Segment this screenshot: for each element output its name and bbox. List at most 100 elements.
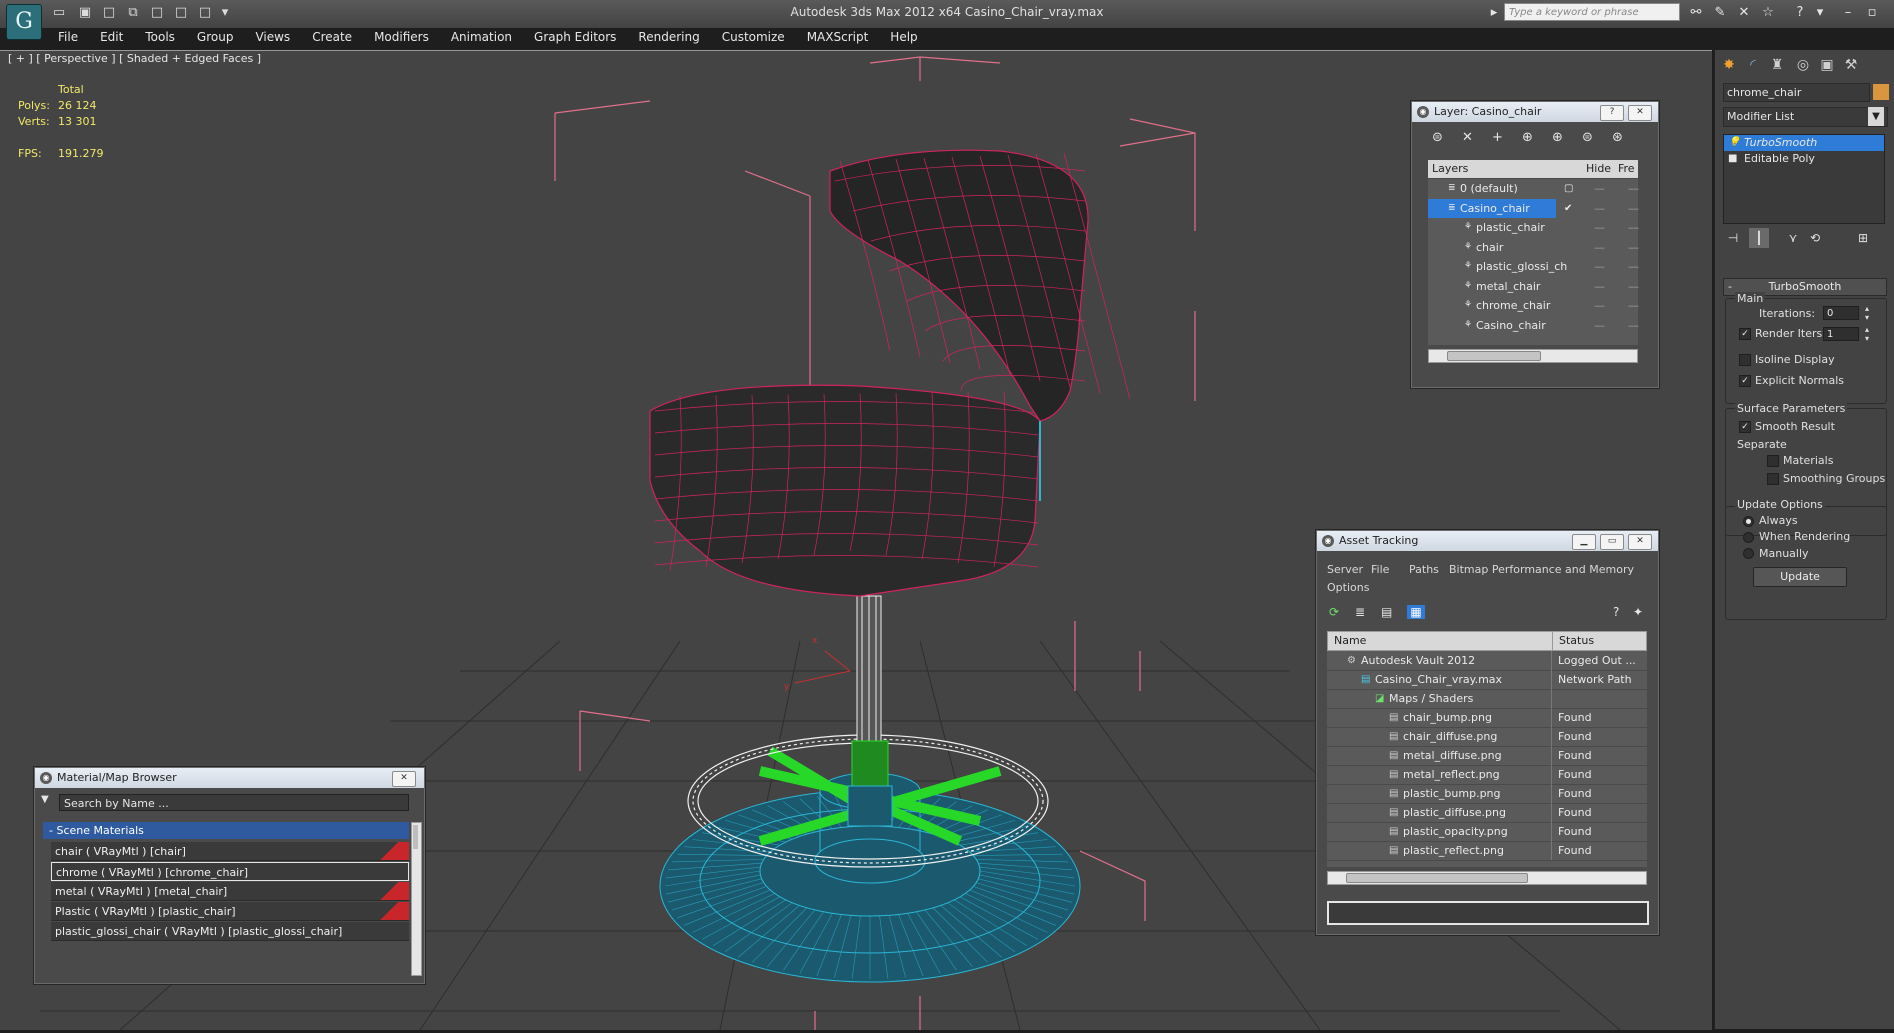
- freeze-toggle[interactable]: —: [1628, 316, 1639, 335]
- freeze-toggle[interactable]: —: [1628, 277, 1639, 296]
- asset-help-icon[interactable]: ?: [1613, 605, 1619, 619]
- hide-toggle[interactable]: —: [1594, 316, 1605, 335]
- hide-toggle[interactable]: —: [1594, 296, 1605, 315]
- keyword-search-input[interactable]: Type a keyword or phrase: [1504, 3, 1680, 21]
- asset-list[interactable]: ⚙ Autodesk Vault 2012 Logged Out ... ▤ Casin…: [1327, 651, 1647, 867]
- layer-row[interactable]: ≣ 0 (default) ▢ — —: [1428, 179, 1639, 198]
- remove-modifier-icon[interactable]: ⟲: [1805, 228, 1825, 248]
- modifier-list-dropdown[interactable]: Modifier List: [1723, 107, 1888, 127]
- hide-toggle[interactable]: —: [1594, 179, 1605, 198]
- highlight-selected-icon[interactable]: ⊕: [1552, 130, 1563, 145]
- asset-row[interactable]: ▤ metal_diffuse.png Found: [1327, 746, 1647, 766]
- asset-maximize-button[interactable]: ▭: [1600, 534, 1624, 550]
- asset-horizontal-scrollbar[interactable]: [1327, 871, 1647, 885]
- light-bulb-icon[interactable]: 💡: [1728, 135, 1740, 151]
- hide-toggle[interactable]: —: [1594, 257, 1605, 276]
- search-arrow-icon[interactable]: ▸: [1484, 4, 1504, 22]
- hide-all-icon[interactable]: ⊜: [1582, 130, 1593, 145]
- menu-item-customize[interactable]: Customize: [710, 28, 795, 48]
- material-row[interactable]: chrome ( VRayMtl ) [chrome_chair]: [51, 862, 409, 881]
- render-iters-spinner[interactable]: 1: [1823, 327, 1859, 341]
- asset-menu-paths[interactable]: Paths: [1409, 563, 1439, 576]
- smooth-result-checkbox[interactable]: ✓: [1739, 421, 1751, 433]
- menu-item-graph-editors[interactable]: Graph Editors: [522, 28, 626, 48]
- square-icon[interactable]: ■: [1728, 151, 1737, 167]
- favorites-star-icon[interactable]: ☆: [1758, 4, 1778, 22]
- delete-layer-icon[interactable]: ✕: [1462, 130, 1473, 145]
- hide-toggle[interactable]: —: [1594, 199, 1605, 218]
- subscription-icon[interactable]: ✎: [1710, 4, 1730, 22]
- viewport-label[interactable]: [ + ] [ Perspective ] [ Shaded + Edged F…: [8, 52, 261, 65]
- asset-row[interactable]: ▤ chair_bump.png Found: [1327, 708, 1647, 728]
- layer-list[interactable]: ≣ 0 (default) ▢ — — ≣ Casino_chair ✔ — — ⚘ plastic_…: [1428, 179, 1639, 345]
- asset-row[interactable]: ▤ metal_reflect.png Found: [1327, 765, 1647, 785]
- pin-stack-icon[interactable]: ⊣: [1723, 228, 1743, 248]
- material-close-button[interactable]: ✕: [392, 771, 416, 787]
- material-window-title[interactable]: Material/Map Browser: [35, 768, 424, 788]
- asset-row[interactable]: ◪ Maps / Shaders: [1327, 689, 1647, 709]
- refresh-icon[interactable]: ⟳: [1329, 605, 1339, 619]
- layer-row[interactable]: ⚘ metal_chair — —: [1428, 277, 1639, 296]
- stack-item[interactable]: 💡 TurboSmooth: [1724, 135, 1884, 151]
- asset-row[interactable]: ⚙ Autodesk Vault 2012 Logged Out ...: [1327, 651, 1647, 671]
- modifier-stack[interactable]: 💡 TurboSmooth ■ Editable Poly: [1723, 134, 1885, 224]
- menu-item-edit[interactable]: Edit: [88, 28, 133, 48]
- asset-row[interactable]: ▤ Casino_Chair_vray.max Network Path: [1327, 670, 1647, 690]
- asset-settings-icon[interactable]: ✦: [1633, 605, 1643, 619]
- asset-close-button[interactable]: ✕: [1628, 534, 1652, 550]
- select-objects-icon[interactable]: ⊕: [1522, 130, 1533, 145]
- modify-tab-icon[interactable]: ◜: [1741, 54, 1765, 76]
- material-vertical-scrollbar[interactable]: [411, 822, 422, 976]
- menu-item-help[interactable]: Help: [878, 28, 927, 48]
- asset-menu-bitmap-performance-and-memory[interactable]: Bitmap Performance and Memory: [1449, 563, 1634, 576]
- separate-materials-checkbox[interactable]: [1767, 455, 1779, 467]
- current-layer-box-icon[interactable]: ▢: [1564, 179, 1573, 198]
- hide-toggle[interactable]: —: [1594, 238, 1605, 257]
- thumbnail-view-icon[interactable]: ▤: [1381, 605, 1392, 619]
- asset-menu-file[interactable]: File: [1371, 563, 1389, 576]
- freeze-toggle[interactable]: —: [1628, 199, 1639, 218]
- menu-item-maxscript[interactable]: MAXScript: [795, 28, 879, 48]
- new-layer-icon[interactable]: ⊜: [1432, 130, 1443, 145]
- iterations-spinner[interactable]: 0: [1823, 306, 1859, 320]
- communication-icon[interactable]: ✕: [1734, 4, 1754, 22]
- create-tab-icon[interactable]: ✸: [1717, 54, 1741, 76]
- asset-row[interactable]: ▤ plastic_opacity.png Found: [1327, 822, 1647, 842]
- binoculars-icon[interactable]: ⚯: [1686, 4, 1706, 22]
- utilities-tab-icon[interactable]: ⚒: [1839, 54, 1863, 76]
- explicit-normals-checkbox[interactable]: ✓: [1739, 375, 1751, 387]
- show-end-result-icon[interactable]: ┃: [1749, 228, 1769, 248]
- freeze-all-icon[interactable]: ⊛: [1612, 130, 1623, 145]
- asset-row[interactable]: ▤ plastic_bump.png Found: [1327, 784, 1647, 804]
- freeze-toggle[interactable]: —: [1628, 179, 1639, 198]
- update-button[interactable]: Update: [1753, 567, 1847, 587]
- always-radio[interactable]: [1743, 516, 1754, 527]
- menu-item-animation[interactable]: Animation: [439, 28, 522, 48]
- freeze-toggle[interactable]: —: [1628, 296, 1639, 315]
- current-layer-check-icon[interactable]: ✔: [1564, 199, 1572, 218]
- material-row[interactable]: Plastic ( VRayMtl ) [plastic_chair]: [51, 902, 409, 921]
- manually-radio[interactable]: [1743, 548, 1754, 559]
- browser-options-icon[interactable]: ▼: [41, 794, 53, 805]
- stack-item[interactable]: ■ Editable Poly: [1724, 151, 1884, 167]
- layer-row[interactable]: ⚘ chair — —: [1428, 238, 1639, 257]
- material-row[interactable]: metal ( VRayMtl ) [metal_chair]: [51, 882, 409, 901]
- configure-modifier-sets-icon[interactable]: ⊞: [1853, 228, 1873, 248]
- help-icon[interactable]: ?: [1790, 4, 1810, 22]
- spinner-arrows-icon[interactable]: ▴ ▾: [1865, 325, 1869, 343]
- layer-close-button[interactable]: ✕: [1628, 105, 1652, 121]
- asset-row[interactable]: ▤ chair_diffuse.png Found: [1327, 727, 1647, 747]
- layer-help-button[interactable]: ?: [1600, 105, 1624, 121]
- asset-row[interactable]: ▤ plastic_reflect.png Found: [1327, 841, 1647, 861]
- separate-smoothing-groups-checkbox[interactable]: [1767, 473, 1779, 485]
- asset-row[interactable]: ▤ plastic_diffuse.png Found: [1327, 803, 1647, 823]
- hide-toggle[interactable]: —: [1594, 218, 1605, 237]
- asset-menu-server[interactable]: Server: [1327, 563, 1363, 576]
- asset-minimize-button[interactable]: ▁: [1572, 534, 1596, 550]
- scene-materials-group[interactable]: - Scene Materials: [43, 822, 409, 839]
- material-row[interactable]: plastic_glossi_chair ( VRayMtl ) [plasti…: [51, 922, 409, 941]
- layer-row[interactable]: ⚘ chrome_chair — —: [1428, 296, 1639, 315]
- menu-item-create[interactable]: Create: [300, 28, 362, 48]
- display-tab-icon[interactable]: ▣: [1815, 54, 1839, 76]
- asset-path-field[interactable]: [1327, 901, 1649, 925]
